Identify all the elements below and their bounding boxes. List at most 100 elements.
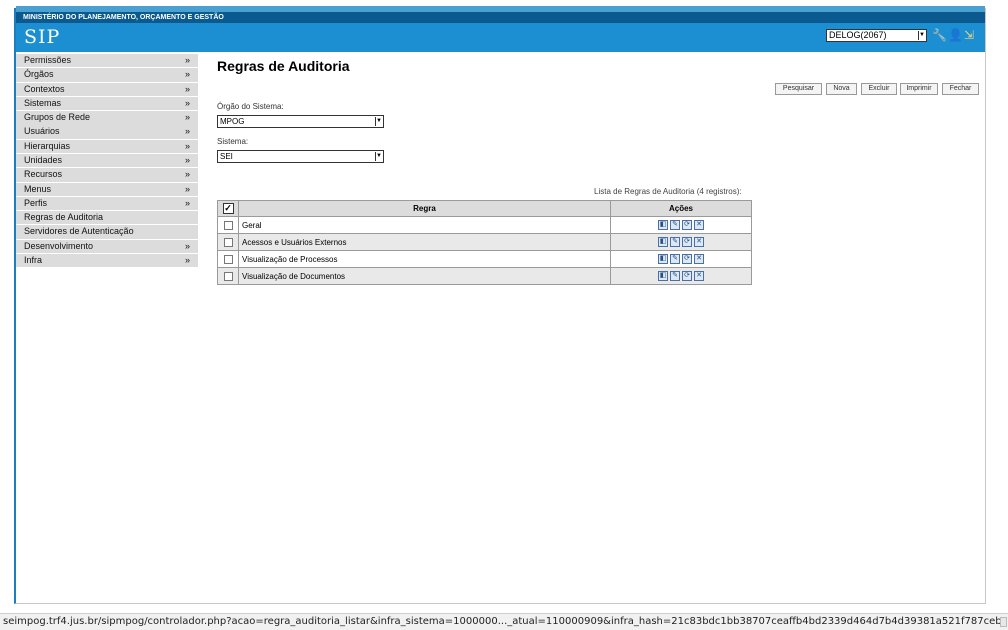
header-regra: Regra <box>238 200 611 217</box>
copy-icon[interactable]: ⟳ <box>682 237 692 247</box>
copy-icon[interactable]: ⟳ <box>682 254 692 264</box>
user-icon[interactable]: 👤 <box>948 28 963 42</box>
sidebar-item-label: Grupos de Rede <box>24 112 91 123</box>
row-checkbox[interactable] <box>223 237 233 247</box>
row-actions: ◧ ✎ ⟳ ✕ <box>610 250 752 268</box>
edit-icon[interactable]: ✎ <box>670 271 680 281</box>
chevron-right-icon: » <box>184 254 190 265</box>
sidebar-item-label: Usuários <box>24 126 60 137</box>
row-checkbox[interactable] <box>223 220 233 230</box>
sistema-select[interactable]: SEI ▼ <box>217 150 384 163</box>
sidebar-item-orgaos[interactable]: Órgãos » <box>16 68 198 82</box>
table-row: Geral ◧ ✎ ⟳ ✕ <box>217 216 752 234</box>
edit-icon[interactable]: ✎ <box>670 254 680 264</box>
sidebar-item-desenvolvimento[interactable]: Desenvolvimento » <box>16 239 198 254</box>
sidebar-item-unidades[interactable]: Unidades » <box>16 153 198 168</box>
sidebar-item-perfis[interactable]: Perfis » <box>16 196 198 211</box>
table-row: Visualização de Processos ◧ ✎ ⟳ ✕ <box>217 250 752 268</box>
sidebar-item-hierarquias[interactable]: Hierarquias » <box>16 139 198 154</box>
orgao-label: Órgão do Sistema: <box>217 102 284 111</box>
delete-icon[interactable]: ✕ <box>694 254 704 264</box>
sidebar-item-label: Unidades <box>24 154 63 165</box>
rules-table: ✓ Regra Ações Geral ◧ ✎ ⟳ ✕ Acessos e Usuár… <box>217 200 752 285</box>
orgao-select-value: MPOG <box>220 117 245 126</box>
chevron-right-icon: » <box>184 140 190 151</box>
table-row: Acessos e Usuários Externos ◧ ✎ ⟳ ✕ <box>217 233 752 251</box>
chevron-right-icon: » <box>184 69 190 80</box>
edit-icon[interactable]: ✎ <box>670 220 680 230</box>
sistema-select-value: SEI <box>220 152 233 161</box>
chevron-right-icon: » <box>184 126 190 137</box>
sidebar-item-label: Permissões <box>24 55 72 65</box>
sidebar-item-regras-de-auditoria[interactable]: Regras de Auditoria <box>16 211 198 225</box>
imprimir-button[interactable]: Imprimir <box>900 83 938 95</box>
main-content: Regras de Auditoria <box>217 58 757 74</box>
select-all-header: ✓ <box>217 200 239 217</box>
row-checkbox[interactable] <box>223 254 233 264</box>
unit-select[interactable]: DELOG(2067) ▼ <box>826 29 927 42</box>
chevron-right-icon: » <box>184 240 190 251</box>
sidebar-item-label: Servidores de Autenticação <box>24 226 134 237</box>
nova-button[interactable]: Nova <box>826 83 857 95</box>
row-actions: ◧ ✎ ⟳ ✕ <box>610 216 752 234</box>
sistema-label: Sistema: <box>217 137 249 146</box>
view-icon[interactable]: ◧ <box>658 254 668 264</box>
sidebar-item-infra[interactable]: Infra » <box>16 253 198 268</box>
sidebar-item-recursos[interactable]: Recursos » <box>16 168 198 182</box>
sidebar-item-label: Contextos <box>24 83 65 94</box>
unit-select-value: DELOG(2067) <box>829 30 887 40</box>
pesquisar-button[interactable]: Pesquisar <box>775 83 822 95</box>
copy-icon[interactable]: ⟳ <box>682 271 692 281</box>
chevron-right-icon: » <box>184 197 190 208</box>
page-title: Regras de Auditoria <box>217 58 350 74</box>
chevron-down-icon: ▼ <box>375 117 382 126</box>
sidebar-item-grupos-de-rede[interactable]: Grupos de Rede » <box>16 111 198 125</box>
edit-icon[interactable]: ✎ <box>670 237 680 247</box>
delete-icon[interactable]: ✕ <box>694 271 704 281</box>
sidebar-item-permissoes[interactable]: Permissões » <box>16 54 198 68</box>
fechar-button[interactable]: Fechar <box>942 83 979 95</box>
orgao-select[interactable]: MPOG ▼ <box>217 115 384 128</box>
row-checkbox[interactable] <box>223 271 233 281</box>
sip-logo[interactable]: SIP <box>24 26 60 48</box>
table-row: Visualização de Documentos ◧ ✎ ⟳ ✕ <box>217 267 752 285</box>
exit-icon[interactable]: ⇲ <box>964 28 977 42</box>
sidebar-item-label: Menus <box>24 183 52 194</box>
sidebar-menu: Permissões » Órgãos » Contextos » Sistemas »… <box>16 54 198 268</box>
delete-icon[interactable]: ✕ <box>694 237 704 247</box>
row-regra: Visualização de Processos <box>238 250 611 268</box>
row-checkbox-cell <box>217 250 239 268</box>
scroll-handle[interactable] <box>1000 617 1007 627</box>
chevron-right-icon: » <box>184 112 190 123</box>
wrench-icon[interactable]: 🔧 <box>932 28 947 42</box>
view-icon[interactable]: ◧ <box>658 271 668 281</box>
chevron-right-icon: » <box>184 169 190 180</box>
table-caption: Lista de Regras de Auditoria (4 registro… <box>594 187 742 196</box>
sidebar-item-label: Órgãos <box>24 69 54 80</box>
row-regra: Acessos e Usuários Externos <box>238 233 611 251</box>
sidebar-item-usuarios[interactable]: Usuários » <box>16 125 198 139</box>
sidebar-item-menus[interactable]: Menus » <box>16 182 198 196</box>
sidebar-item-label: Sistemas <box>24 97 62 108</box>
delete-icon[interactable]: ✕ <box>694 220 704 230</box>
chevron-down-icon: ▼ <box>375 152 382 161</box>
select-all-checkbox[interactable]: ✓ <box>222 203 234 214</box>
chevron-right-icon: » <box>184 183 190 194</box>
excluir-button[interactable]: Excluir <box>861 83 897 95</box>
row-checkbox-cell <box>217 267 239 285</box>
copy-icon[interactable]: ⟳ <box>682 220 692 230</box>
sidebar-item-contextos[interactable]: Contextos » <box>16 82 198 96</box>
sidebar-item-servidores-de-autenticacao[interactable]: Servidores de Autenticação <box>16 225 198 239</box>
view-icon[interactable]: ◧ <box>658 237 668 247</box>
chevron-right-icon: » <box>184 154 190 165</box>
sidebar-item-label: Hierarquias <box>24 140 71 151</box>
ministry-banner: MINISTÉRIO DO PLANEJAMENTO, ORÇAMENTO E … <box>16 12 985 23</box>
sidebar-item-sistemas[interactable]: Sistemas » <box>16 96 198 111</box>
sidebar-item-label: Regras de Auditoria <box>24 212 104 223</box>
view-icon[interactable]: ◧ <box>658 220 668 230</box>
row-regra: Visualização de Documentos <box>238 267 611 285</box>
row-checkbox-cell <box>217 233 239 251</box>
table-header-row: ✓ Regra Ações <box>217 200 752 217</box>
row-actions: ◧ ✎ ⟳ ✕ <box>610 233 752 251</box>
chevron-right-icon: » <box>184 83 190 94</box>
